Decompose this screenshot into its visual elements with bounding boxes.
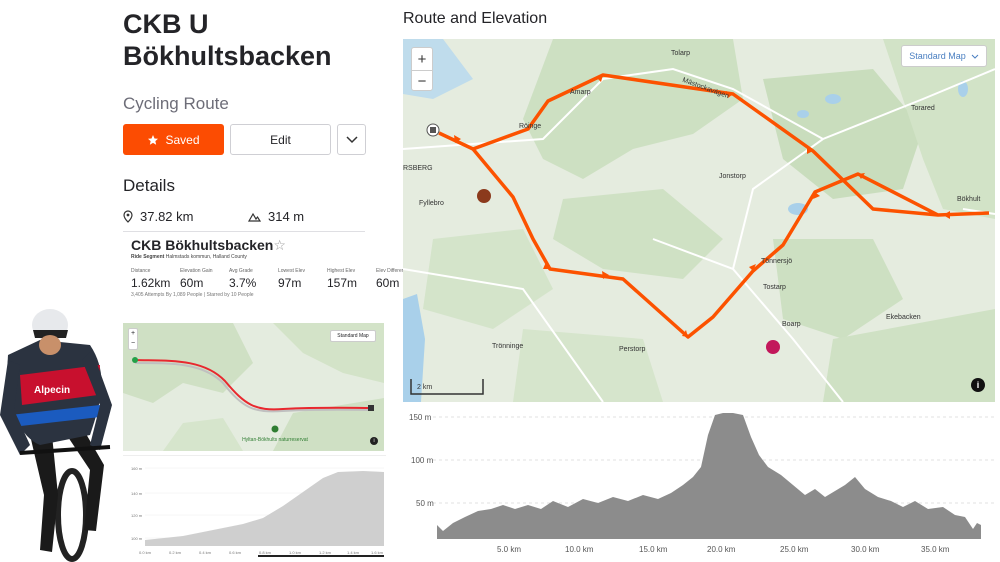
cyclist-photo: Alpecin (0, 305, 122, 562)
segment-card[interactable]: CKB Bökhultsbacken☆ Ride Segment Halmsta… (123, 234, 410, 309)
stat-label: Avg Grade (229, 268, 253, 274)
segment-map-canvas: Hyltan-Bökhults naturreservat (123, 323, 384, 451)
segment-location: Halmstads kommun, Halland County (164, 254, 247, 260)
route-map[interactable]: 2 km Tolarp Amarp Mästockavägen Röinge T… (403, 39, 995, 402)
x-tick: 10.0 km (565, 545, 594, 554)
mini-zoom-controls[interactable]: + − (128, 328, 138, 350)
place-label: Trönninge (492, 343, 524, 350)
segment-stat: Highest Elev 157m (327, 268, 376, 290)
route-title: CKB U Bökhultsbacken (123, 9, 332, 71)
segment-title-text: CKB Bökhultsbacken (131, 237, 274, 253)
map-type-selector[interactable]: Standard Map (901, 45, 987, 67)
segment-title[interactable]: CKB Bökhultsbacken☆ (131, 237, 286, 254)
x-tick: 1.6 km (371, 550, 384, 555)
segment-stat: Avg Grade 3.7% (229, 268, 278, 290)
segment-stat: Elevation Gain 60m (180, 268, 229, 290)
x-tick: 30.0 km (851, 545, 880, 554)
zoom-controls: + − (411, 47, 433, 91)
route-type: Cycling Route (123, 94, 229, 113)
x-tick: 25.0 km (780, 545, 809, 554)
x-tick: 35.0 km (921, 545, 950, 554)
place-label: Fyllebro (419, 200, 444, 207)
location-pin-icon (123, 210, 133, 223)
place-label: Boarp (782, 321, 801, 328)
poi-label: Hyltan-Bökhults naturreservat (242, 437, 308, 443)
place-label: Tolarp (671, 50, 691, 57)
star-icon (148, 134, 159, 145)
y-tick: 150 m (409, 413, 432, 422)
info-icon[interactable]: i (370, 437, 378, 445)
saved-button-label: Saved (165, 132, 200, 147)
elevation-profile (437, 413, 981, 539)
section-title: Route and Elevation (403, 10, 548, 27)
segment-elevation-chart: 160 m 140 m 120 m 100 m 0.0 km 0.2 km 0.… (123, 455, 386, 557)
mountain-icon (248, 212, 261, 222)
place-label: Amarp (570, 89, 591, 96)
stat-value: 3.7% (229, 276, 257, 290)
place-label: Bökhult (957, 196, 981, 203)
details-heading: Details (123, 176, 175, 195)
elevation-value: 314 m (268, 209, 305, 224)
y-tick: 160 m (131, 466, 143, 471)
stat-value: 1.62km (131, 276, 171, 290)
edit-button[interactable]: Edit (230, 124, 331, 155)
stat-label: Distance (131, 268, 151, 274)
segment-attempts: 3,405 Attempts By 1,089 People | Starred… (131, 292, 254, 298)
place-label: Tönnersjö (761, 258, 793, 265)
info-icon[interactable]: i (971, 378, 985, 392)
chevron-down-icon (971, 54, 979, 59)
x-tick: 0.8 km (259, 550, 272, 555)
elevation-stat: 314 m (248, 209, 304, 224)
chevron-down-icon (345, 135, 358, 143)
distance-value: 37.82 km (140, 209, 194, 224)
x-tick: 15.0 km (639, 545, 668, 554)
x-tick: 0.4 km (199, 550, 212, 555)
segment-stat: Lowest Elev 97m (278, 268, 327, 290)
more-options-button[interactable] (337, 124, 366, 155)
y-tick: 100 m (411, 456, 434, 465)
segment-type: Ride Segment (131, 254, 165, 260)
saved-button[interactable]: Saved (123, 124, 224, 155)
x-tick: 0.2 km (169, 550, 182, 555)
place-label: Perstorp (619, 346, 646, 353)
zoom-out-button[interactable]: − (412, 70, 432, 92)
route-elevation-chart: 150 m 100 m 50 m 5.0 km 10.0 km 15.0 km … (403, 405, 995, 562)
place-label: Tostarp (763, 284, 786, 291)
segment-stat: Distance 1.62km (131, 268, 180, 290)
divider (123, 231, 365, 232)
place-label: Ekebacken (886, 314, 921, 321)
segment-map[interactable]: Hyltan-Bökhults naturreservat + − Standar… (123, 323, 384, 451)
y-tick: 120 m (131, 513, 143, 518)
x-tick: 1.4 km (347, 550, 360, 555)
stat-label: Elevation Gain (180, 268, 213, 274)
stat-value: 157m (327, 276, 358, 290)
x-tick: 0.0 km (139, 550, 152, 555)
svg-text:Alpecin: Alpecin (34, 385, 70, 396)
x-tick: 5.0 km (497, 545, 521, 554)
x-tick: 20.0 km (707, 545, 736, 554)
y-tick: 50 m (416, 499, 434, 508)
mini-map-type-selector[interactable]: Standard Map (330, 330, 376, 342)
place-label: Jonstorp (719, 173, 746, 180)
stat-value: 60m (180, 276, 204, 290)
stat-label: Lowest Elev (278, 268, 305, 274)
y-tick: 100 m (131, 536, 143, 541)
stat-value: 97m (278, 276, 302, 290)
star-outline-icon[interactable]: ☆ (273, 237, 286, 253)
place-label: Röinge (519, 123, 542, 130)
stat-label: Highest Elev (327, 268, 356, 274)
x-tick: 1.0 km (289, 550, 302, 555)
map-type-label: Standard Map (909, 51, 966, 61)
place-label: RSBERG (403, 165, 433, 172)
place-label: Torared (911, 105, 935, 112)
segment-subtitle: Ride Segment Halmstads kommun, Halland C… (131, 254, 247, 260)
segment-stats: Distance 1.62km Elevation Gain 60m Avg Gra… (131, 268, 425, 290)
y-tick: 140 m (131, 491, 143, 496)
distance-stat: 37.82 km (123, 209, 193, 224)
map-scale: 2 km (417, 384, 433, 391)
x-tick: 1.2 km (319, 550, 332, 555)
zoom-in-button[interactable]: + (412, 48, 432, 70)
x-tick: 0.6 km (229, 550, 242, 555)
